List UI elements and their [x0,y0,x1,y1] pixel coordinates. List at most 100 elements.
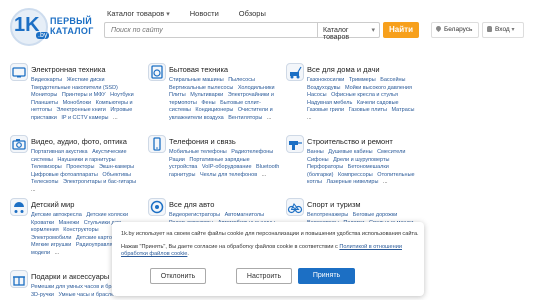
category-link[interactable]: Экшн-камеры [99,164,134,170]
category-title[interactable]: Телефония и связь [169,137,236,146]
category-title[interactable]: Строительство и ремонт [307,137,393,146]
category-link[interactable]: Автомагнитолы [225,212,265,218]
category-title[interactable]: Видео, аудио, фото, оптика [31,137,127,146]
search-button[interactable]: Найти [383,22,419,38]
category-link[interactable]: Вентиляторы [228,115,262,121]
tv-icon[interactable] [10,63,28,81]
camera-icon[interactable] [10,135,28,153]
category-link[interactable]: Сифоны [307,157,329,163]
more-link[interactable]: ... [267,115,272,121]
category-link[interactable]: IP и CCTV камеры [61,115,108,121]
search-input[interactable] [105,23,317,37]
category-title[interactable]: Все для дома и дачи [307,65,380,74]
category-link[interactable]: 3D-ручки [31,292,54,298]
wheel-icon[interactable] [148,198,166,216]
configure-button[interactable]: Настроить [236,268,292,284]
category-link[interactable]: Объективы [102,172,131,178]
category-link[interactable]: Лазерные нивелиры [327,179,379,185]
category-link[interactable]: Портативная акустика [31,149,88,155]
accept-button[interactable]: Принять [298,268,355,284]
category-link[interactable]: Бассейны [380,77,405,83]
region-selector[interactable]: Беларусь [431,22,479,38]
category-link[interactable]: Видеокарты [31,77,62,83]
category-link[interactable]: Воздуходувы [307,85,341,91]
category-link[interactable]: Качели садовые [357,100,399,106]
category-link[interactable]: Электромобили [31,235,72,241]
search-scope-select[interactable]: Каталог товаров [317,23,379,41]
category-title[interactable]: Электронная техника [31,65,106,74]
category-link[interactable]: Вертикальные пылесосы [169,85,233,91]
category-link[interactable]: Кондиционеры [195,107,233,113]
category-link[interactable]: VoIP-оборудование [202,164,252,170]
category-title[interactable]: Все для авто [169,200,214,209]
category-link[interactable]: Жесткие диски [67,77,105,83]
more-link[interactable]: ... [55,250,60,256]
category-link[interactable]: Наушники и гарнитуры [57,157,115,163]
category-link[interactable]: Стиральные машины [169,77,224,83]
category-link[interactable]: Перфораторы [307,164,343,170]
category-title[interactable]: Подарки и аксессуары [31,272,109,281]
category-link[interactable]: Мультиварки [190,92,223,98]
category-link[interactable]: Фены [201,100,215,106]
category-link[interactable]: Ноутбуки [110,92,134,98]
category-link[interactable]: Насосы [307,92,327,98]
category-link[interactable]: Мониторы [31,92,57,98]
washer-icon[interactable] [148,63,166,81]
more-link[interactable]: ... [383,179,388,185]
category-link[interactable]: Мойки высокого давления [345,85,412,91]
more-link[interactable]: ... [262,172,267,178]
more-link[interactable]: ... [307,115,312,121]
category-link[interactable]: Детские коляски [86,212,128,218]
category-link[interactable]: Велотренажеры [307,212,348,218]
category-link[interactable]: Манежи [59,220,80,226]
category-title[interactable]: Спорт и туризм [307,200,361,209]
category-link[interactable]: Электронные книги [56,107,105,113]
category-link[interactable]: Мобильные телефоны [169,149,227,155]
category-link[interactable]: Конструкторы [63,227,98,233]
category-link[interactable]: Цифровые фотоаппараты [31,172,98,178]
category-link[interactable]: Чехлы для телефонов [200,172,257,178]
nav-catalog[interactable]: Каталог товаров [107,9,170,18]
category-link[interactable]: Ванны [307,149,324,155]
bicycle-icon[interactable] [286,198,304,216]
category-link[interactable]: Газовые плиты [349,107,387,113]
site-logo[interactable]: 1K .by ПЕРВЫЙ КАТАЛОГ [10,8,93,46]
category-link[interactable]: Дрели и шуруповерты [333,157,389,163]
category-link[interactable]: Принтеры и МФУ [62,92,106,98]
category-link[interactable]: Плиты [169,92,186,98]
category-link[interactable]: Моноблоки [63,100,92,106]
category-link[interactable]: Телескопы [31,179,58,185]
category-link[interactable]: Радиотелефоны [231,149,273,155]
category-link[interactable]: Рации [169,157,185,163]
nav-news[interactable]: Новости [190,9,219,18]
stroller-icon[interactable] [10,198,28,216]
mower-icon[interactable] [286,63,304,81]
category-link[interactable]: Детские автокресла [31,212,82,218]
category-link[interactable]: Холодильники [238,85,275,91]
drill-icon[interactable] [286,135,304,153]
category-link[interactable]: Триммеры [349,77,376,83]
category-link[interactable]: Офисные кресла и стулья [331,92,398,98]
reject-button[interactable]: Отклонить [150,268,206,284]
category-link[interactable]: Бетономешалки [348,164,389,170]
more-link[interactable]: ... [31,187,36,193]
category-link[interactable]: Смесители [377,149,405,155]
login-button[interactable]: Вход [482,22,524,38]
category-link[interactable]: Пылесосы [228,77,255,83]
category-link[interactable]: Душевые кабины [328,149,372,155]
category-link[interactable]: Газовые грили [307,107,344,113]
gift-icon[interactable] [10,270,28,288]
category-link[interactable]: Надувная мебель [307,100,352,106]
category-link[interactable]: Проекторы [66,164,94,170]
nav-reviews[interactable]: Обзоры [239,9,266,18]
category-link[interactable]: Кроватки [31,220,54,226]
category-link[interactable]: Матрасы [392,107,415,113]
category-link[interactable]: Компрессоры [338,172,373,178]
category-link[interactable]: (болгарки) [307,172,333,178]
category-link[interactable]: Беговые дорожки [353,212,398,218]
category-link[interactable]: Газонокосилки [307,77,344,83]
phone-icon[interactable] [148,135,166,153]
category-title[interactable]: Бытовая техника [169,65,228,74]
category-title[interactable]: Детский мир [31,200,74,209]
category-link[interactable]: Твердотельные накопители (SSD) [31,85,118,91]
